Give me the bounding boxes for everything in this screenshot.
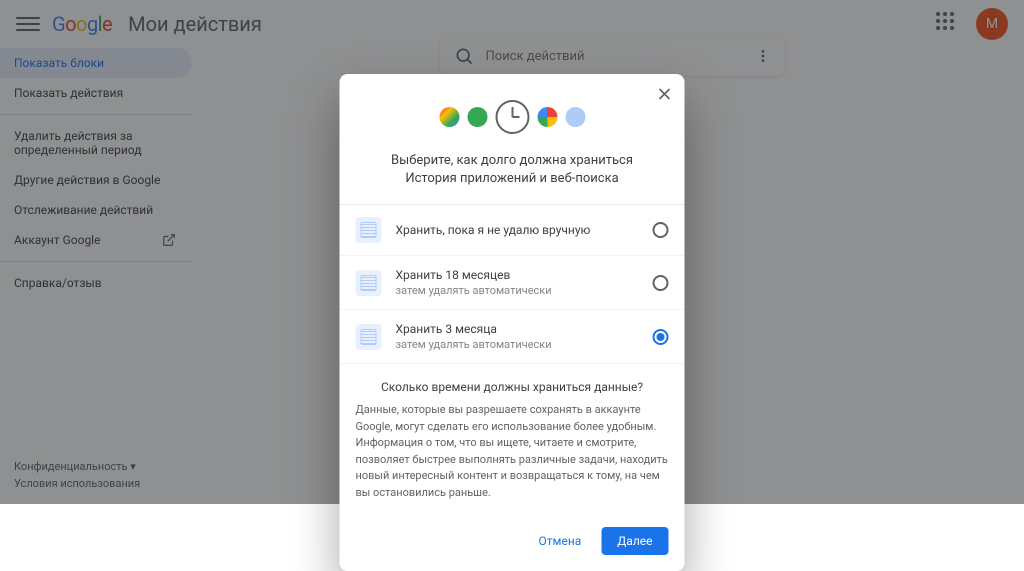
dialog-title: Выберите, как долго должна храниться Ист… xyxy=(360,152,665,188)
retention-dialog: Выберите, как долго должна храниться Ист… xyxy=(340,74,685,571)
option-text: Хранить, пока я не удалю вручную xyxy=(396,223,639,237)
calendar-icon xyxy=(356,217,382,243)
briefcase-icon xyxy=(565,107,585,127)
body-title: Сколько времени должны храниться данные? xyxy=(356,380,669,394)
option-keep-3m[interactable]: Хранить 3 месяца затем удалять автоматич… xyxy=(340,310,685,364)
dialog-header: Выберите, как долго должна храниться Ист… xyxy=(340,74,685,205)
calendar-icon xyxy=(356,270,382,296)
radio[interactable] xyxy=(653,329,669,345)
clock-icon xyxy=(495,100,529,134)
dialog-icons xyxy=(360,100,665,134)
body-text: Данные, которые вы разрешаете сохранять … xyxy=(356,402,669,501)
google-g-icon xyxy=(537,107,557,127)
cancel-button[interactable]: Отмена xyxy=(527,527,594,555)
option-keep-manual[interactable]: Хранить, пока я не удалю вручную xyxy=(340,205,685,256)
option-text: Хранить 3 месяца затем удалять автоматич… xyxy=(396,322,639,351)
radio[interactable] xyxy=(653,275,669,291)
dialog-body: Сколько времени должны храниться данные?… xyxy=(340,364,685,517)
calendar-icon xyxy=(356,324,382,350)
option-text: Хранить 18 месяцев затем удалять автомат… xyxy=(396,268,639,297)
maps-pin-icon xyxy=(467,107,487,127)
radio[interactable] xyxy=(653,222,669,238)
dialog-footer: Отмена Далее xyxy=(340,517,685,571)
next-button[interactable]: Далее xyxy=(601,527,668,555)
close-icon[interactable] xyxy=(655,84,675,104)
assistant-icon xyxy=(439,107,459,127)
option-keep-18m[interactable]: Хранить 18 месяцев затем удалять автомат… xyxy=(340,256,685,310)
